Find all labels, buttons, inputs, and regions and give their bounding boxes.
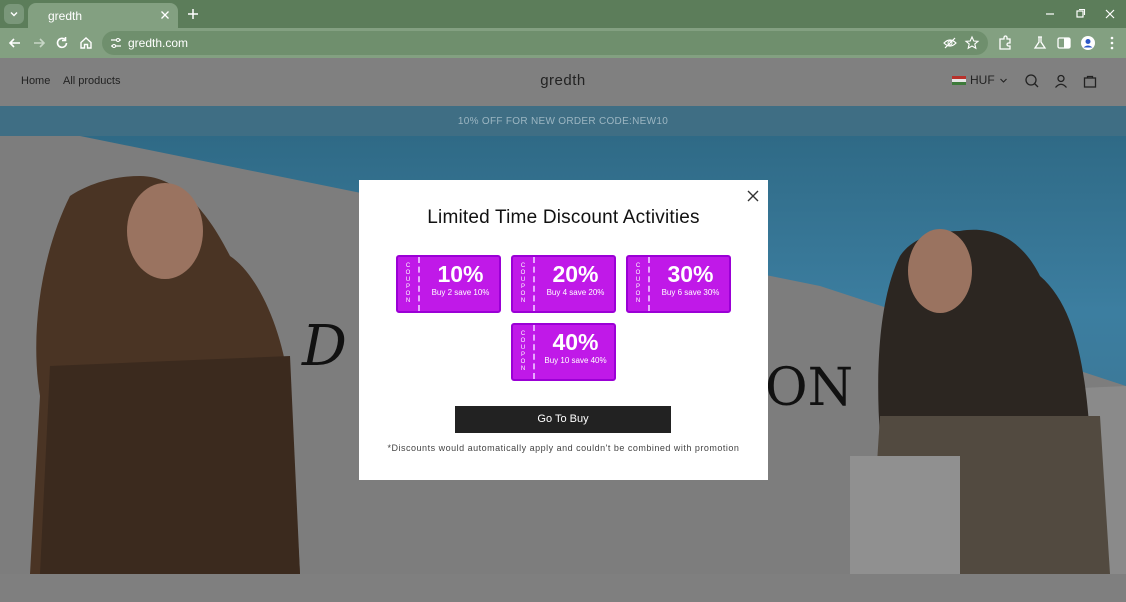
coupon-description: Buy 4 save 20% [546, 288, 605, 297]
active-tab[interactable]: gredth [28, 3, 178, 28]
below-fold-section [0, 574, 1126, 602]
coupon-40[interactable]: COUPON 40% Buy 10 save 40% [511, 323, 616, 381]
modal-title: Limited Time Discount Activities [427, 207, 700, 228]
coupon-description: Buy 10 save 40% [544, 356, 607, 365]
coupon-percent: 40% [552, 329, 599, 355]
announcement-bar: 10% OFF FOR NEW ORDER CODE:NEW10 [0, 106, 1126, 136]
search-icon[interactable] [1024, 73, 1040, 89]
url-text: gredth.com [128, 36, 189, 50]
site-settings-icon[interactable] [108, 35, 124, 51]
go-to-buy-button[interactable]: Go To Buy [455, 406, 671, 433]
chevron-down-icon [999, 78, 1007, 83]
window-close-icon[interactable] [1102, 6, 1118, 22]
chevron-down-icon [10, 12, 18, 17]
profile-avatar-icon[interactable] [1079, 34, 1097, 52]
coupon-side-label: COUPON [398, 257, 420, 311]
browser-chrome: gredth gredth.com [0, 0, 1126, 58]
close-icon[interactable] [158, 8, 172, 22]
coupon-side-label: COUPON [628, 257, 650, 311]
hungary-flag-icon [952, 75, 966, 85]
labs-flask-icon[interactable] [1031, 34, 1049, 52]
reload-icon[interactable] [53, 34, 71, 52]
address-bar[interactable]: gredth.com [102, 31, 988, 55]
coupon-20[interactable]: COUPON 20% Buy 4 save 20% [511, 255, 616, 313]
home-icon[interactable] [77, 34, 95, 52]
more-menu-icon[interactable] [1103, 34, 1121, 52]
tab-title: gredth [48, 9, 83, 23]
forward-arrow-icon[interactable] [30, 34, 48, 52]
coupon-side-label: COUPON [513, 325, 535, 379]
coupon-percent: 30% [667, 261, 714, 287]
plus-icon[interactable] [185, 6, 201, 22]
site-header: Home All products gredth HUF [0, 58, 1126, 106]
coupon-side-label: COUPON [513, 257, 535, 311]
coupon-description: Buy 6 save 30% [661, 288, 720, 297]
discount-disclaimer: *Discounts would automatically apply and… [387, 443, 740, 453]
currency-selector[interactable]: HUF [952, 73, 1008, 87]
coupon-percent: 20% [552, 261, 599, 287]
modal-close-icon[interactable] [746, 189, 760, 203]
bookmark-star-icon[interactable] [964, 35, 980, 51]
hero-headline-right: ON [765, 358, 854, 418]
side-panel-icon[interactable] [1055, 34, 1073, 52]
coupon-percent: 10% [437, 261, 484, 287]
eye-off-icon[interactable] [942, 35, 958, 51]
browser-toolbar: gredth.com [0, 28, 1126, 58]
hero-headline-left: D [302, 314, 347, 379]
cart-bag-icon[interactable] [1082, 73, 1098, 89]
web-page: Home All products gredth HUF 10% OFF FOR… [0, 58, 1126, 602]
minimize-icon[interactable] [1042, 6, 1058, 22]
coupon-10[interactable]: COUPON 10% Buy 2 save 10% [396, 255, 501, 313]
coupon-30[interactable]: COUPON 30% Buy 6 save 30% [626, 255, 731, 313]
tab-bar: gredth [0, 0, 1126, 28]
extensions-icon[interactable] [996, 34, 1014, 52]
currency-label: HUF [970, 73, 995, 87]
account-icon[interactable] [1053, 73, 1069, 89]
coupon-description: Buy 2 save 10% [431, 288, 490, 297]
back-arrow-icon[interactable] [6, 34, 24, 52]
restore-icon[interactable] [1072, 6, 1088, 22]
discount-modal: Limited Time Discount Activities COUPON … [359, 180, 768, 480]
tab-search-button[interactable] [4, 4, 24, 24]
